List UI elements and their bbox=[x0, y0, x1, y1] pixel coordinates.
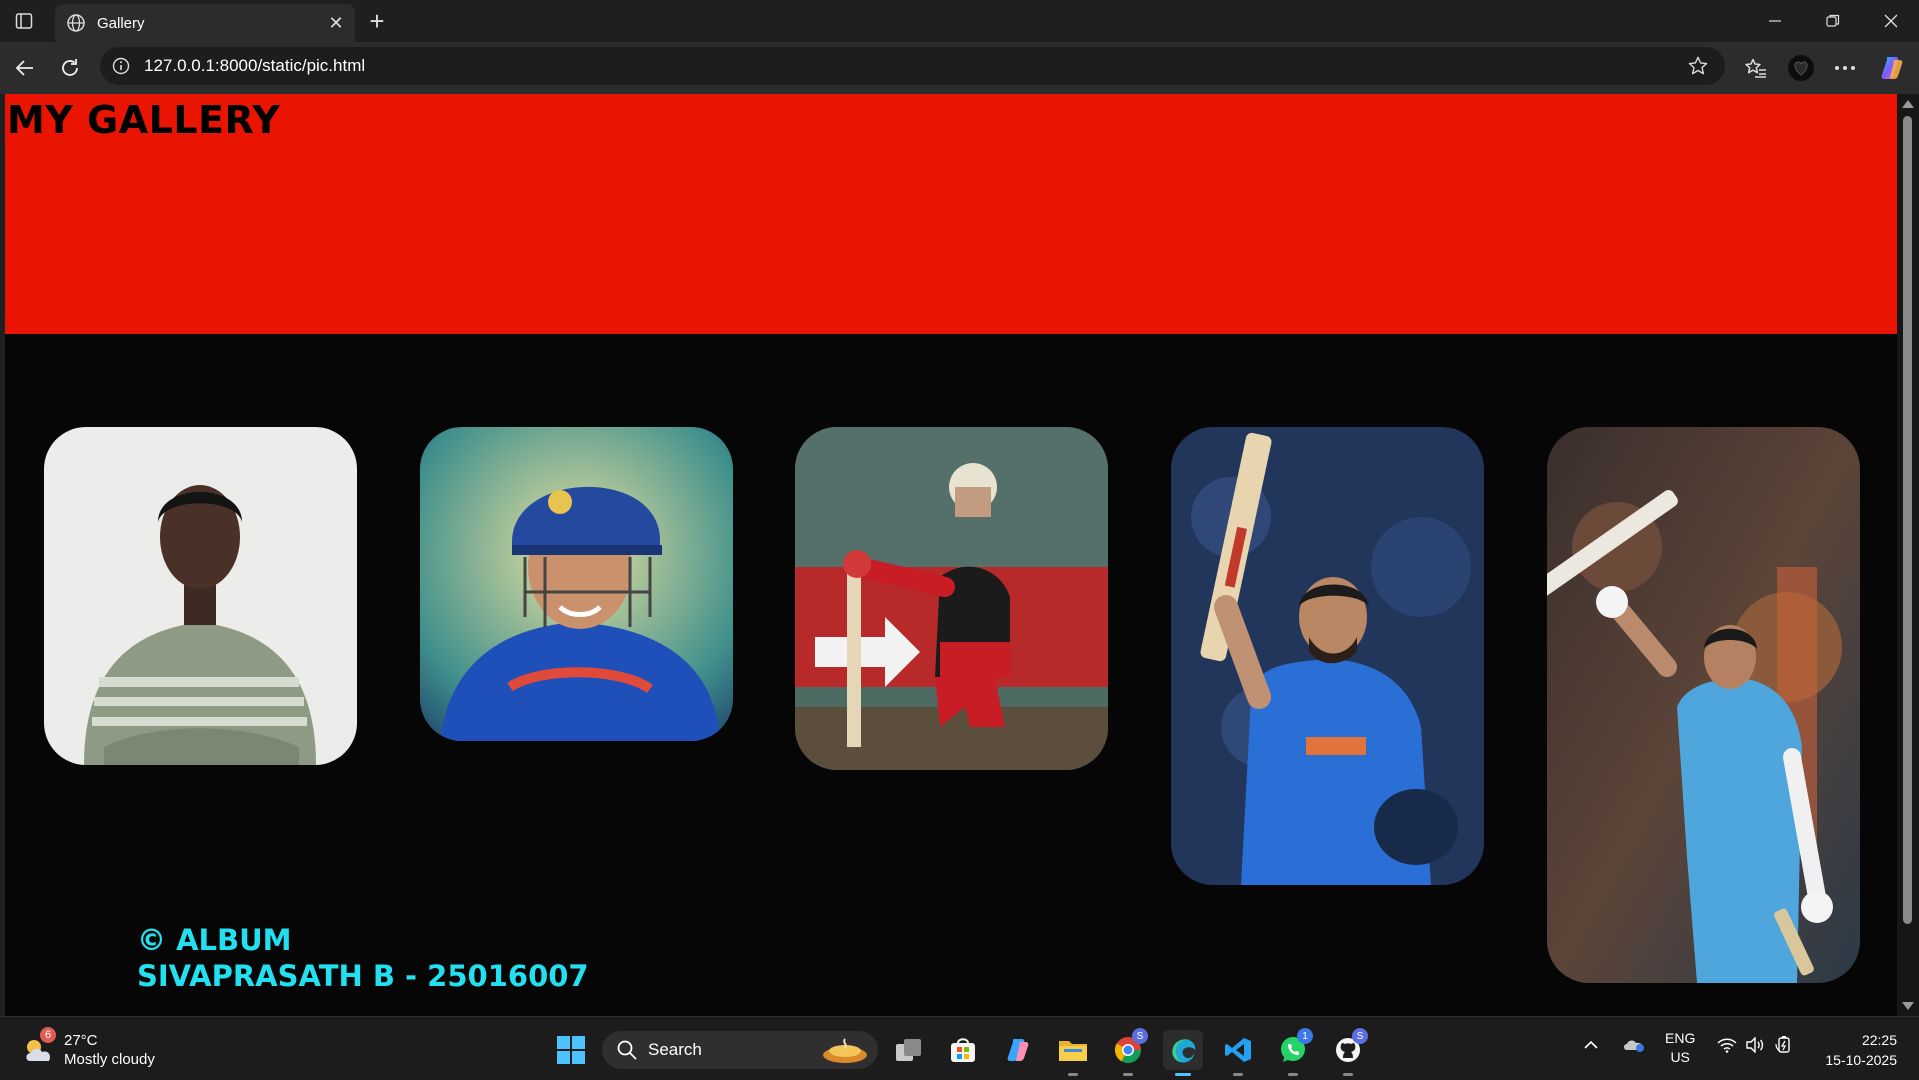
gallery-photo-4[interactable] bbox=[1171, 427, 1484, 885]
show-hidden-icons-chevron-icon[interactable] bbox=[1583, 1037, 1599, 1053]
tab-title: Gallery bbox=[97, 14, 145, 32]
windows-taskbar: 6 27°C Mostly cloudy Search S 1 S ENG US… bbox=[0, 1016, 1919, 1080]
scrollbar-thumb[interactable] bbox=[1903, 116, 1912, 924]
active-indicator bbox=[1175, 1073, 1191, 1076]
browser-tab[interactable]: Gallery ✕ bbox=[55, 4, 355, 42]
weather-badge: 6 bbox=[40, 1027, 56, 1043]
reload-button[interactable] bbox=[53, 51, 87, 85]
new-tab-button[interactable]: + bbox=[364, 6, 390, 36]
tab-close-icon[interactable]: ✕ bbox=[321, 8, 351, 38]
clock-time: 22:25 bbox=[1861, 1032, 1897, 1048]
footer-copyright: © ALBUM bbox=[137, 923, 292, 957]
chrome-button[interactable]: S bbox=[1108, 1028, 1148, 1076]
close-window-icon[interactable] bbox=[1862, 0, 1919, 42]
onedrive-icon[interactable] bbox=[1622, 1035, 1646, 1056]
volume-icon[interactable] bbox=[1745, 1036, 1765, 1056]
weather-temp: 27°C bbox=[64, 1032, 98, 1049]
search-highlight-icon bbox=[823, 1038, 867, 1063]
page-title: MY GALLERY bbox=[7, 98, 281, 142]
site-info-icon[interactable] bbox=[110, 55, 132, 77]
keyboard-region: US bbox=[1670, 1049, 1690, 1065]
tab-actions-icon[interactable] bbox=[12, 10, 36, 32]
scroll-up-icon[interactable] bbox=[1902, 100, 1914, 108]
running-indicator bbox=[1288, 1073, 1298, 1076]
taskbar-search[interactable]: Search bbox=[602, 1031, 878, 1069]
globe-icon bbox=[65, 12, 87, 34]
url-text[interactable]: 127.0.0.1:8000/static/pic.html bbox=[144, 56, 1683, 76]
weather-widget[interactable]: 6 27°C Mostly cloudy bbox=[22, 1027, 155, 1069]
running-indicator bbox=[1343, 1073, 1353, 1076]
battery-icon[interactable] bbox=[1774, 1036, 1796, 1057]
vscode-button[interactable] bbox=[1218, 1030, 1258, 1076]
edge-button[interactable] bbox=[1163, 1030, 1203, 1076]
running-indicator bbox=[1233, 1073, 1243, 1076]
address-toolbar: 127.0.0.1:8000/static/pic.html bbox=[0, 42, 1919, 94]
vertical-scrollbar[interactable] bbox=[1897, 94, 1919, 1016]
whatsapp-button[interactable]: 1 bbox=[1273, 1028, 1313, 1076]
copilot-app-button[interactable] bbox=[998, 1030, 1038, 1070]
start-button[interactable] bbox=[551, 1030, 591, 1070]
minimize-icon[interactable] bbox=[1746, 0, 1804, 42]
running-indicator bbox=[1068, 1073, 1078, 1076]
github-button[interactable]: S bbox=[1328, 1028, 1368, 1076]
copilot-icon[interactable] bbox=[1875, 51, 1909, 85]
restore-icon[interactable] bbox=[1804, 0, 1862, 42]
language-code: ENG bbox=[1665, 1030, 1696, 1046]
page-viewport: MY GALLERY © ALBUM SIVAPRASATH B - 25016… bbox=[5, 94, 1897, 1016]
copilot-app-icon bbox=[1007, 1039, 1029, 1061]
page-header: MY GALLERY bbox=[5, 94, 1897, 334]
system-clock[interactable]: 22:25 15-10-2025 bbox=[1825, 1030, 1897, 1070]
github-profile-badge: S bbox=[1352, 1028, 1368, 1044]
microsoft-store-button[interactable] bbox=[943, 1030, 983, 1070]
browser-title-bar: Gallery ✕ + bbox=[0, 0, 1919, 42]
gallery-photo-1[interactable] bbox=[44, 427, 357, 765]
weather-condition: Mostly cloudy bbox=[64, 1051, 155, 1068]
more-options-icon[interactable] bbox=[1828, 51, 1862, 85]
wifi-icon[interactable] bbox=[1717, 1037, 1737, 1056]
whatsapp-badge: 1 bbox=[1297, 1028, 1313, 1044]
gallery-photo-3[interactable] bbox=[795, 427, 1108, 770]
chrome-profile-badge: S bbox=[1132, 1028, 1148, 1044]
gallery-photo-2[interactable] bbox=[420, 427, 733, 741]
favorite-star-icon[interactable] bbox=[1683, 51, 1713, 81]
store-icon bbox=[951, 1038, 975, 1062]
language-indicator[interactable]: ENG US bbox=[1665, 1029, 1695, 1067]
footer-author: SIVAPRASATH B - 25016007 bbox=[137, 959, 589, 993]
windows-logo-icon bbox=[557, 1036, 585, 1064]
edge-icon bbox=[1172, 1039, 1196, 1063]
clock-date: 15-10-2025 bbox=[1825, 1052, 1897, 1068]
task-view-icon bbox=[896, 1039, 921, 1061]
search-label: Search bbox=[648, 1040, 702, 1059]
folder-icon bbox=[1059, 1041, 1087, 1061]
back-button[interactable] bbox=[8, 51, 42, 85]
task-view-button[interactable] bbox=[889, 1030, 929, 1070]
scroll-down-icon[interactable] bbox=[1902, 1002, 1914, 1010]
favorites-icon[interactable] bbox=[1739, 51, 1773, 85]
gallery-photo-5[interactable] bbox=[1547, 427, 1860, 983]
search-icon bbox=[617, 1040, 637, 1060]
address-bar[interactable]: 127.0.0.1:8000/static/pic.html bbox=[100, 47, 1725, 85]
running-indicator bbox=[1123, 1073, 1133, 1076]
page-footer: © ALBUM SIVAPRASATH B - 25016007 bbox=[137, 922, 589, 994]
vscode-icon bbox=[1225, 1038, 1251, 1062]
file-explorer-button[interactable] bbox=[1053, 1030, 1093, 1076]
browser-essentials-icon[interactable] bbox=[1784, 51, 1818, 85]
